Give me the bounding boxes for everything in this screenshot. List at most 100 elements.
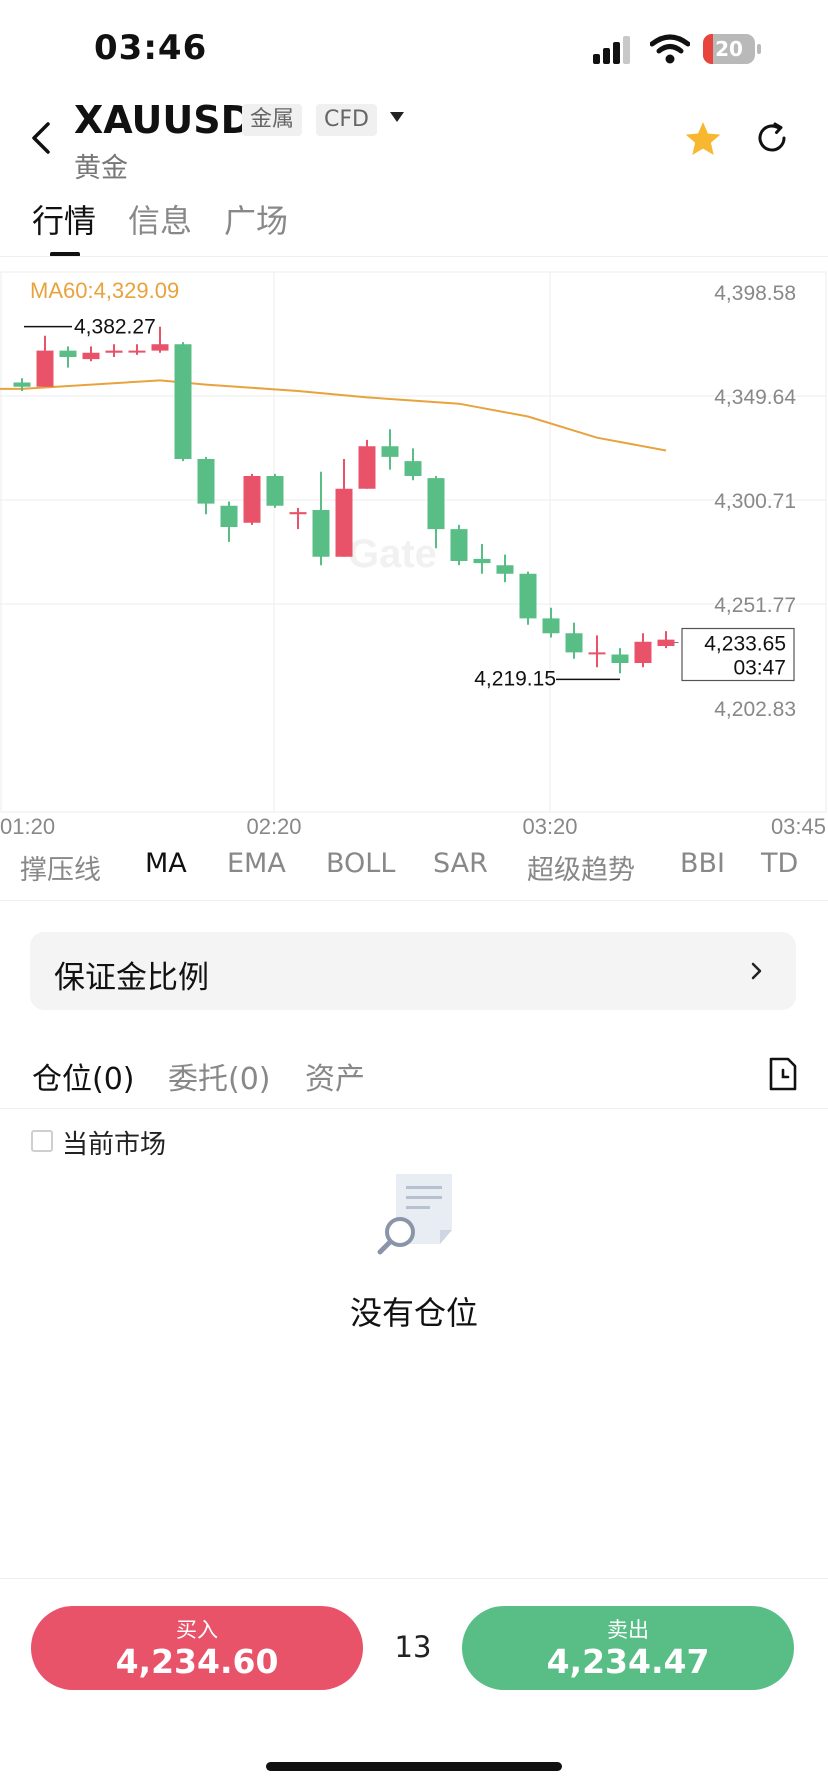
ma60-line — [0, 379, 667, 452]
current-market-label[interactable]: 当前市场 — [62, 1124, 166, 1161]
buy-button[interactable]: 买入 4,234.60 — [31, 1606, 363, 1690]
candle — [312, 471, 330, 566]
candle-body — [611, 654, 629, 664]
y-tick-label: 4,300.71 — [714, 490, 796, 513]
status-time: 03:46 — [94, 28, 208, 68]
candle — [450, 524, 468, 566]
candle-body — [289, 512, 307, 515]
candle — [266, 473, 284, 508]
y-tick-label: 4,398.58 — [714, 282, 796, 305]
candle-body — [243, 475, 261, 523]
positions-divider — [0, 1108, 828, 1109]
candle-body — [634, 641, 652, 664]
candle-body — [128, 350, 146, 353]
candle — [335, 458, 353, 557]
candle-body — [519, 573, 537, 619]
candle-body — [36, 350, 54, 387]
indicator-bbi[interactable]: BBI — [680, 848, 725, 879]
cellular-signal-icon — [593, 36, 630, 64]
tab-square[interactable]: 广场 — [224, 196, 288, 242]
indicator-ma[interactable]: MA — [145, 848, 187, 879]
star-icon[interactable] — [684, 120, 722, 158]
indicator-support-resistance[interactable]: 撑压线 — [20, 848, 101, 887]
indicator-selector: 撑压线 MA EMA BOLL SAR 超级趋势 BBI TD — [0, 848, 828, 898]
empty-state-text: 没有仓位 — [349, 1294, 478, 1332]
low-price-label: 4,219.15 — [474, 667, 556, 690]
sell-price: 4,234.47 — [546, 1642, 710, 1681]
candle-body — [105, 350, 123, 353]
candle — [197, 456, 215, 515]
refresh-icon[interactable] — [754, 120, 790, 156]
indicator-sar[interactable]: SAR — [433, 848, 488, 879]
candle — [220, 501, 238, 542]
order-history-icon[interactable] — [768, 1056, 798, 1092]
candle-body — [266, 475, 284, 506]
margin-ratio-label: 保证金比例 — [54, 960, 209, 996]
candle-body — [151, 344, 169, 351]
candle — [128, 344, 146, 355]
candle-body — [427, 478, 445, 530]
indicator-supertrend[interactable]: 超级趋势 — [527, 848, 635, 887]
tab-market[interactable]: 行情 — [32, 196, 96, 242]
candle-body — [335, 488, 353, 557]
candle — [634, 633, 652, 668]
candle-body — [59, 350, 77, 357]
margin-ratio-row[interactable]: 保证金比例 — [30, 932, 796, 1010]
tab-info[interactable]: 信息 — [128, 196, 192, 242]
battery-percent: 20 — [715, 37, 743, 61]
candle — [657, 631, 675, 649]
candle-body — [404, 461, 422, 476]
candle — [565, 622, 583, 659]
candle-body — [220, 505, 238, 528]
buy-price: 4,234.60 — [115, 1642, 279, 1681]
y-tick-label: 4,202.83 — [714, 698, 796, 721]
last-price-time: 03:47 — [733, 657, 786, 680]
candle — [82, 346, 100, 362]
x-tick-label: 03:20 — [522, 814, 577, 839]
back-arrow-icon[interactable] — [24, 116, 60, 160]
indicator-ema[interactable]: EMA — [227, 848, 286, 879]
candle-body — [381, 446, 399, 457]
ma-indicator-label: MA60:4,329.09 — [30, 278, 179, 303]
x-tick-label: 01:20 — [0, 814, 55, 839]
current-market-checkbox[interactable] — [31, 1130, 53, 1152]
price-chart[interactable]: MA60:4,329.09 Gate 4,398.58 4,349.64 4,300… — [0, 260, 828, 840]
candle — [588, 635, 606, 668]
tab-orders[interactable]: 委托(0) — [168, 1054, 271, 1098]
x-tick-label: 03:45 — [771, 814, 826, 839]
candle — [105, 344, 123, 357]
candle — [404, 448, 422, 481]
product-type-tag: CFD — [316, 104, 377, 136]
y-tick-label: 4,251.77 — [714, 594, 796, 617]
spread-value: 13 — [394, 1630, 432, 1664]
candle — [36, 335, 54, 387]
indicator-boll[interactable]: BOLL — [326, 848, 395, 879]
x-tick-label: 02:20 — [246, 814, 301, 839]
tabs-divider — [0, 256, 828, 257]
sell-button[interactable]: 卖出 4,234.47 — [462, 1606, 794, 1690]
candle-body — [588, 652, 606, 655]
candle-body — [450, 529, 468, 562]
home-indicator[interactable] — [266, 1762, 562, 1771]
chevron-right-icon — [751, 962, 762, 980]
candle — [358, 439, 376, 489]
watermark: Gate — [348, 532, 437, 576]
tab-assets[interactable]: 资产 — [305, 1054, 365, 1098]
candle-body — [13, 382, 31, 387]
indicator-td[interactable]: TD — [761, 848, 798, 879]
status-bar: 03:46 20 — [0, 0, 828, 96]
candle — [243, 473, 261, 525]
tab-positions[interactable]: 仓位(0) — [32, 1054, 135, 1098]
candle-body — [197, 458, 215, 504]
candle-body — [473, 558, 491, 564]
candle-body — [565, 633, 583, 653]
candle-body — [657, 639, 675, 647]
y-tick-label: 4,349.64 — [714, 386, 796, 409]
bottom-bar-divider — [0, 1578, 828, 1579]
buy-label: 买入 — [176, 1618, 218, 1642]
caret-down-icon[interactable] — [389, 110, 405, 124]
symbol-title[interactable]: XAUUSD — [74, 98, 252, 142]
candle — [519, 571, 537, 625]
candle — [496, 554, 514, 583]
category-tag: 金属 — [242, 104, 303, 136]
